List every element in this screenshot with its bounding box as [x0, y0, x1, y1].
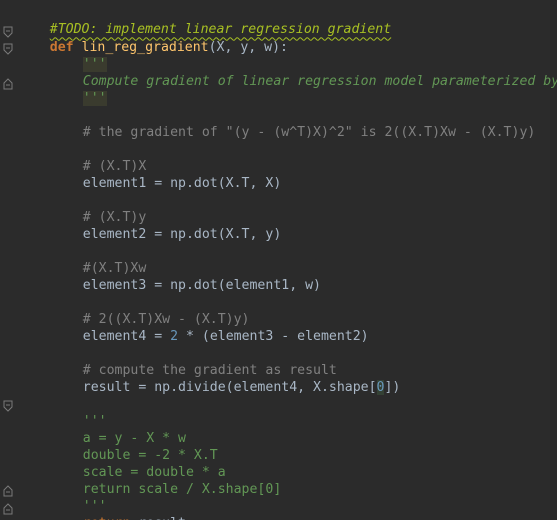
xtxw-comment-line: #(X.T)Xw	[51, 243, 147, 276]
docstring-open-line: '''	[51, 39, 107, 73]
fold-function-end-icon[interactable]	[3, 503, 13, 516]
fold-block-end-icon[interactable]	[3, 485, 13, 498]
block-open-line: '''	[51, 396, 107, 429]
result-prefix: result = np.divide(element4, X.shape[	[82, 380, 377, 396]
return-line: return result	[51, 498, 186, 520]
element1-statement: element1 = np.dot(X.T, X)	[82, 176, 282, 192]
element4-suffix: * (element3 - element2)	[178, 329, 369, 345]
element3-line: element3 = np.dot(element1, w)	[51, 260, 321, 293]
function-def-line: def lin_reg_gradient(X, y, w):	[18, 22, 288, 55]
diff-comment-line: # 2((X.T)Xw - (X.T)y)	[51, 294, 250, 327]
xtx-comment-line: # (X.T)X	[51, 141, 147, 174]
docstring-close-line: '''	[51, 73, 107, 107]
block-line-3: scale = double * a	[51, 447, 226, 480]
element2-statement: element2 = np.dot(X.T, y)	[82, 227, 282, 243]
element2-line: element2 = np.dot(X.T, y)	[51, 209, 282, 242]
block-line-4: return scale / X.shape[0]	[51, 464, 282, 497]
result-comment-line: # compute the gradient as result	[51, 345, 337, 378]
fold-docstring-icon[interactable]	[3, 43, 13, 56]
code-editor[interactable]: #TODO: implement linear regression gradi…	[0, 0, 557, 520]
return-value: result	[130, 516, 186, 520]
element4-prefix: element4 =	[82, 329, 171, 345]
fold-block-start-icon[interactable]	[3, 400, 13, 413]
fold-end-icon[interactable]	[3, 78, 13, 91]
gradient-comment: # the gradient of "(y - (w^T)X)^2" is 2(…	[82, 125, 536, 141]
gradient-comment-line: # the gradient of "(y - (w^T)X)^2" is 2(…	[51, 107, 536, 140]
function-signature: (X, y, w):	[208, 39, 288, 55]
block-close-line: '''	[51, 481, 107, 514]
element1-line: element1 = np.dot(X.T, X)	[51, 158, 282, 191]
return-keyword: return	[83, 516, 131, 520]
xty-comment-line: # (X.T)y	[51, 192, 147, 225]
docstring-close: '''	[82, 91, 107, 107]
block-line-2: double = -2 * X.T	[51, 430, 218, 463]
block-line-1: a = y - X * w	[51, 413, 186, 446]
element4-line: element4 = 2 * (element3 - element2)	[51, 311, 369, 344]
todo-comment-line: #TODO: implement linear regression gradi…	[18, 4, 391, 37]
docstring-text: Compute gradient of linear regression mo…	[82, 74, 557, 90]
docstring-text-line: Compute gradient of linear regression mo…	[51, 56, 557, 89]
element3-statement: element3 = np.dot(element1, w)	[82, 278, 321, 294]
fold-start-icon[interactable]	[3, 26, 13, 39]
element4-number: 2	[170, 329, 179, 345]
result-suffix: ])	[384, 380, 401, 396]
block-text-4: return scale / X.shape[0]	[82, 482, 282, 498]
result-line: result = np.divide(element4, X.shape[0])	[51, 362, 400, 396]
